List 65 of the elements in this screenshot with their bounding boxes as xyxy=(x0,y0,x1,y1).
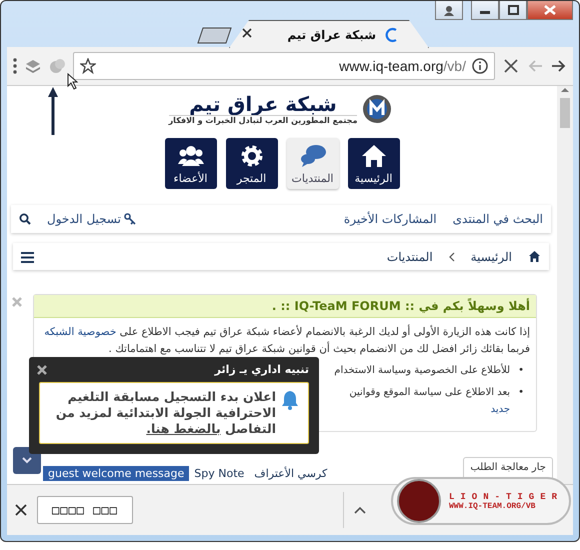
download-button[interactable]: □□□□ □□□ xyxy=(37,496,133,524)
badge-title: LION-TIGER xyxy=(449,492,564,502)
maximize-icon xyxy=(508,5,518,15)
layers-icon[interactable] xyxy=(25,58,41,74)
home-icon xyxy=(528,250,541,263)
scrollbar[interactable] xyxy=(557,86,573,484)
stop-icon[interactable] xyxy=(503,58,519,74)
address-bar[interactable]: www.iq-team.org/vb/ xyxy=(73,52,495,80)
info-icon[interactable] xyxy=(472,58,488,74)
close-button[interactable] xyxy=(527,1,573,20)
notice-paragraph: إذا كانت هذه الزيارة الأولى أو لديك الرغبة بالانضمام لأعضاء شبكة عراق تيم فيجب الاطلاع على خصوصية الشبكه فربما بقائك زائر افضل لك من الانضمام بحيث أن قوانين شبكة عراق تيم لا تتناسب مع اهتماماتك . xyxy=(43,324,530,357)
nav-tile[interactable]: المنتديات xyxy=(286,138,338,189)
profile-button[interactable] xyxy=(435,1,463,20)
alert-title: تنبيه اداري يـ زائر xyxy=(213,363,309,376)
nav-tile[interactable]: الأعضاء xyxy=(164,138,216,189)
breadcrumb-link[interactable]: الرئيسية xyxy=(470,250,512,264)
menu-icon[interactable] xyxy=(13,57,17,75)
star-icon[interactable] xyxy=(80,58,96,74)
privacy-link[interactable]: خصوصية الشبكه xyxy=(44,326,116,338)
bullet-marker: • xyxy=(518,386,524,400)
menu-icon[interactable] xyxy=(21,250,34,262)
top-link[interactable]: المشاركات الأخيرة xyxy=(344,212,437,226)
forward-arrow-icon[interactable] xyxy=(551,58,567,74)
speech-bubbles-icon xyxy=(300,142,326,168)
search-icon[interactable] xyxy=(19,213,31,225)
forum-tab[interactable]: كرسي الأعتراف xyxy=(249,466,332,481)
url-text: www.iq-team.org/vb/ xyxy=(339,58,466,74)
site-logo-title: شبكة عراق تيم xyxy=(189,93,337,115)
chevron-icon xyxy=(448,252,455,262)
lion-logo-drawing xyxy=(397,479,441,523)
loading-spinner-icon xyxy=(384,26,398,42)
bullet-marker: • xyxy=(518,364,524,378)
key-icon xyxy=(124,213,136,225)
person-icon xyxy=(443,4,455,16)
new-link[interactable]: جديد xyxy=(490,401,510,418)
gear-icon xyxy=(238,142,264,168)
close-icon[interactable] xyxy=(15,504,27,516)
notice-bullet: للأطلاع على الخصوصية وسياسة الاستخدام xyxy=(334,362,510,378)
scroll-thumb[interactable] xyxy=(560,98,570,128)
login-link[interactable]: تسجيل الدخول xyxy=(47,212,136,226)
badge-url: WWW.IQ-TEAM.ORG/VB xyxy=(449,502,536,510)
browser-tab[interactable]: شبكة عراق تيم xyxy=(229,20,429,48)
nav-tile[interactable]: المتجر xyxy=(226,138,278,189)
forum-tab[interactable]: Spy Note xyxy=(189,466,250,481)
maximize-button[interactable] xyxy=(499,1,527,20)
close-icon xyxy=(544,5,556,15)
new-tab-button[interactable] xyxy=(197,27,232,44)
tab-title: شبكة عراق تيم xyxy=(287,28,376,42)
notice-bullet: بعد الاطلاع على سياسة الموقع وقوانين xyxy=(349,386,510,400)
close-icon[interactable] xyxy=(37,365,47,375)
nav-tile[interactable]: الرئيسية xyxy=(348,138,400,189)
close-icon[interactable] xyxy=(242,28,252,38)
minimize-button[interactable] xyxy=(471,1,499,20)
breadcrumb-link[interactable]: المنتديات xyxy=(386,250,433,264)
click-here-link[interactable]: بالضغط هنا. xyxy=(146,421,221,436)
alert-message: اعلان بدء التسجيل مسابقة التلغيم الاحترافية الجولة الابتدائية لمزيد من التفاصل بالضغط هنا. xyxy=(54,389,276,437)
bell-icon xyxy=(280,389,300,410)
top-link[interactable]: البحث في المنتدى xyxy=(452,212,543,226)
chevron-down-icon xyxy=(22,457,32,464)
home-icon xyxy=(360,142,386,168)
upward-arrow-drawing xyxy=(47,87,59,135)
site-tagline: مجتمع المطورين العرب لتبادل الخبرات و الافكار xyxy=(168,115,358,125)
chevron-up-icon[interactable] xyxy=(354,506,366,514)
notice-title: أهلا وسهلاً بكم في :: IQ-TeaM FORUM :: . xyxy=(34,295,536,318)
forum-tab[interactable]: guest welcome message xyxy=(43,466,190,481)
